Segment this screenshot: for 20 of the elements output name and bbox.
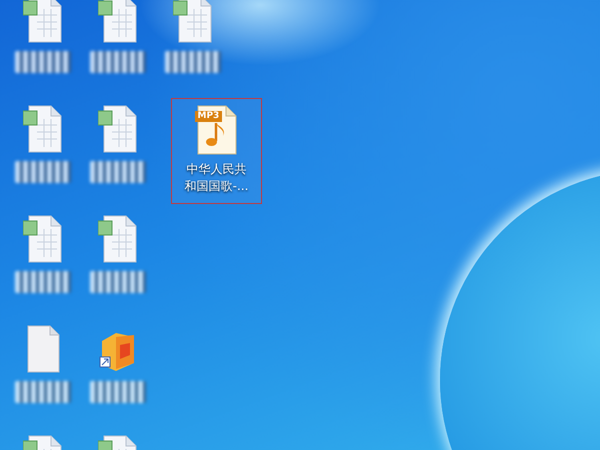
spreadsheet-file-icon	[22, 0, 62, 43]
blurred-label	[90, 51, 146, 73]
file-type-badge: MP3	[194, 111, 222, 122]
blurred-label	[90, 271, 146, 293]
blurred-label	[164, 51, 220, 73]
blurred-label	[90, 161, 146, 183]
blurred-label	[14, 51, 70, 73]
spreadsheet-file-icon	[98, 215, 138, 263]
blurred-label	[90, 381, 146, 403]
spreadsheet-file-icon	[98, 0, 138, 43]
spreadsheet-file-icon	[172, 0, 212, 43]
spreadsheet-file-icon	[22, 215, 62, 263]
desktop-icon[interactable]: MP3 中华人民共和国国歌-...	[171, 98, 262, 204]
spreadsheet-file-icon	[22, 105, 62, 153]
blurred-label	[14, 381, 70, 403]
icon-label: 中华人民共和国国歌-...	[184, 161, 250, 195]
blurred-label	[14, 271, 70, 293]
blurred-label	[14, 161, 70, 183]
music-file-icon	[194, 105, 238, 155]
spreadsheet-file-icon	[98, 105, 138, 153]
